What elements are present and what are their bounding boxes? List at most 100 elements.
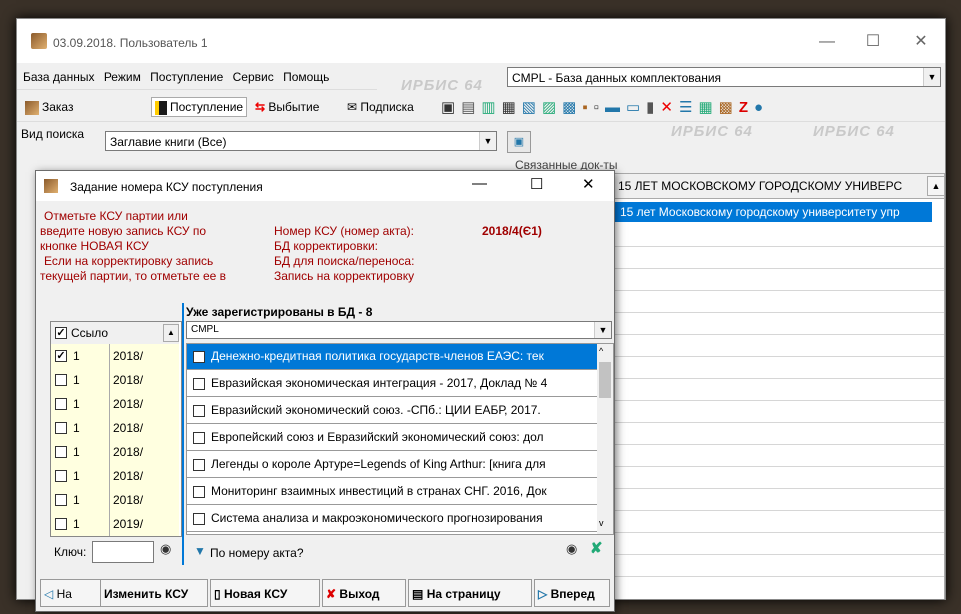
chevron-down-icon[interactable]: ▼ xyxy=(594,322,611,338)
ksu-table-scroll-up[interactable]: ▲ xyxy=(163,324,179,342)
item-checkbox[interactable] xyxy=(193,459,205,471)
minimize-button[interactable]: — xyxy=(807,29,847,55)
toolbar-icons: ▣▤▥▦▧▨▩▪▫▬▭▮✕☰▦▩Z● xyxy=(441,98,769,116)
table-icon[interactable]: ▭ xyxy=(626,99,646,116)
view-icon[interactable]: ◉ xyxy=(566,541,577,557)
item-checkbox[interactable] xyxy=(193,513,205,525)
row-year: 2018/ xyxy=(113,397,144,411)
card-icon[interactable]: ▩ xyxy=(562,99,582,116)
related-docs-scrollbar[interactable]: ▲ xyxy=(927,176,945,196)
app-icon xyxy=(31,33,47,49)
maximize-button[interactable]: ☐ xyxy=(853,29,893,55)
menu-receipt[interactable]: Поступление xyxy=(150,70,223,84)
chevron-down-icon[interactable]: ▼ xyxy=(923,68,940,86)
row-checkbox[interactable] xyxy=(55,398,67,410)
menu-mode[interactable]: Режим xyxy=(104,70,141,84)
dialog-title: Задание номера КСУ поступления xyxy=(70,180,263,194)
exit-button[interactable]: ✘ Выход xyxy=(322,579,406,607)
scroll-thumb[interactable] xyxy=(599,362,611,398)
funnel-icon[interactable]: ▼ xyxy=(194,544,206,558)
import-icon[interactable]: ▨ xyxy=(542,99,562,116)
bookmark-icon[interactable]: ▬ xyxy=(605,99,626,116)
row-checkbox[interactable] xyxy=(55,374,67,386)
menu-help[interactable]: Помощь xyxy=(283,70,329,84)
receipt-button[interactable]: Поступление xyxy=(151,97,248,117)
save-icon[interactable]: ▫ xyxy=(594,99,605,116)
ksu-table-row[interactable]: 1 2018/ xyxy=(51,464,179,489)
panel-splitter[interactable] xyxy=(182,303,184,565)
row-checkbox[interactable] xyxy=(55,446,67,458)
ksu-table-row[interactable]: 1 2018/ xyxy=(51,392,179,417)
item-checkbox[interactable] xyxy=(193,486,205,498)
registered-list-item[interactable]: Денежно-кредитная политика государств-чл… xyxy=(187,344,597,370)
key-input[interactable] xyxy=(92,541,154,563)
menu-service[interactable]: Сервис xyxy=(233,70,274,84)
row-checkbox[interactable] xyxy=(55,422,67,434)
database-select[interactable]: CMPL - База данных комплектования ▼ xyxy=(507,67,941,87)
view-icon[interactable]: ◉ xyxy=(160,541,171,557)
row-checkbox[interactable] xyxy=(55,494,67,506)
page-icon: ▤ xyxy=(412,587,424,601)
refresh-icon[interactable]: ▮ xyxy=(646,99,660,116)
image-icon[interactable]: ▪ xyxy=(582,99,593,116)
ksu-table-row[interactable]: 1 2019/ xyxy=(51,512,179,536)
ksu-table-row[interactable]: 1 2018/ xyxy=(51,488,179,513)
item-checkbox[interactable] xyxy=(193,351,205,363)
info-labels: Номер КСУ (номер акта): БД корректировки… xyxy=(274,224,414,284)
new-ksu-button[interactable]: ▯ Новая КСУ xyxy=(210,579,320,607)
registered-list-item[interactable]: Система анализа и макроэкономического пр… xyxy=(187,506,597,532)
back-button[interactable]: ◁ На xyxy=(40,579,104,607)
chart-icon[interactable]: ▦ xyxy=(698,99,718,116)
related-docs-selected-row[interactable]: 15 лет Московскому городскому университе… xyxy=(614,202,932,222)
ksu-table-row[interactable]: 1 2018/ xyxy=(51,416,179,441)
export-icon[interactable]: ▥ xyxy=(481,99,501,116)
dialog-close-button[interactable]: ✕ xyxy=(582,175,595,193)
ksu-table-row[interactable]: ✓ 1 2018/ xyxy=(51,344,179,369)
dialog-maximize-button[interactable]: ☐ xyxy=(530,175,543,193)
item-checkbox[interactable] xyxy=(193,432,205,444)
tree-icon[interactable]: ☰ xyxy=(679,99,698,116)
catalog-icon[interactable]: ▧ xyxy=(522,99,542,116)
forward-button[interactable]: ▷ Вперед xyxy=(534,579,610,607)
dialog-minimize-button[interactable]: — xyxy=(472,175,487,192)
library-icon[interactable]: ▩ xyxy=(719,99,739,116)
delete-icon[interactable]: ✕ xyxy=(660,99,679,116)
menu-database[interactable]: База данных xyxy=(23,70,94,84)
registered-list-item[interactable]: Евразийский экономический союз. -СПб.: Ц… xyxy=(187,398,597,424)
to-page-button[interactable]: ▤ На страницу xyxy=(408,579,532,607)
z-icon[interactable]: Z xyxy=(739,99,754,116)
filter-button[interactable]: ▣ xyxy=(507,131,531,153)
order-button[interactable]: Заказ xyxy=(25,97,73,117)
chevron-down-icon[interactable]: ▼ xyxy=(479,132,496,150)
registered-db-select[interactable]: CMPL ▼ xyxy=(186,321,612,339)
disposal-button[interactable]: ⇆ Выбытие xyxy=(255,97,319,117)
scroll-down-icon[interactable]: v xyxy=(599,518,604,528)
close-button[interactable]: ✕ xyxy=(901,29,941,55)
subscription-button[interactable]: ✉ Подписка xyxy=(347,97,414,117)
item-checkbox[interactable] xyxy=(193,378,205,390)
instruction-line: введите новую запись КСУ по xyxy=(40,224,207,238)
registered-list-item[interactable]: Мониторинг взаимных инвестиций в странах… xyxy=(187,479,597,505)
registered-list-item[interactable]: Европейский союз и Евразийский экономиче… xyxy=(187,425,597,451)
registered-list-item[interactable]: Легенды о короле Артуре=Legends of King … xyxy=(187,452,597,478)
print-icon[interactable]: ▤ xyxy=(461,99,481,116)
ksu-table-row[interactable]: 1 2018/ xyxy=(51,368,179,393)
edit-ksu-button[interactable]: Изменить КСУ xyxy=(100,579,208,607)
globe-icon[interactable]: ● xyxy=(754,99,769,116)
document-icon[interactable]: ▦ xyxy=(502,99,522,116)
confirm-icon[interactable]: ✘ xyxy=(590,539,603,557)
scroll-up-icon[interactable]: ^ xyxy=(599,346,603,356)
new-document-icon: ▯ xyxy=(214,587,221,601)
row-checkbox[interactable] xyxy=(55,470,67,482)
copy-icon[interactable]: ▣ xyxy=(441,99,461,116)
ksu-table-row[interactable]: 1 2018/ xyxy=(51,440,179,465)
item-checkbox[interactable] xyxy=(193,405,205,417)
correction-record-label: Запись на корректировку xyxy=(274,269,415,283)
search-type-select[interactable]: Заглавие книги (Все) ▼ xyxy=(105,131,497,151)
row-checkbox[interactable] xyxy=(55,518,67,530)
row-checkbox[interactable]: ✓ xyxy=(55,350,67,362)
registered-list-item[interactable]: Евразийская экономическая интеграция - 2… xyxy=(187,371,597,397)
row-ref: 1 xyxy=(73,445,80,459)
registered-scrollbar[interactable]: ^ v xyxy=(597,344,613,534)
select-all-checkbox[interactable]: ✓ xyxy=(55,327,67,339)
